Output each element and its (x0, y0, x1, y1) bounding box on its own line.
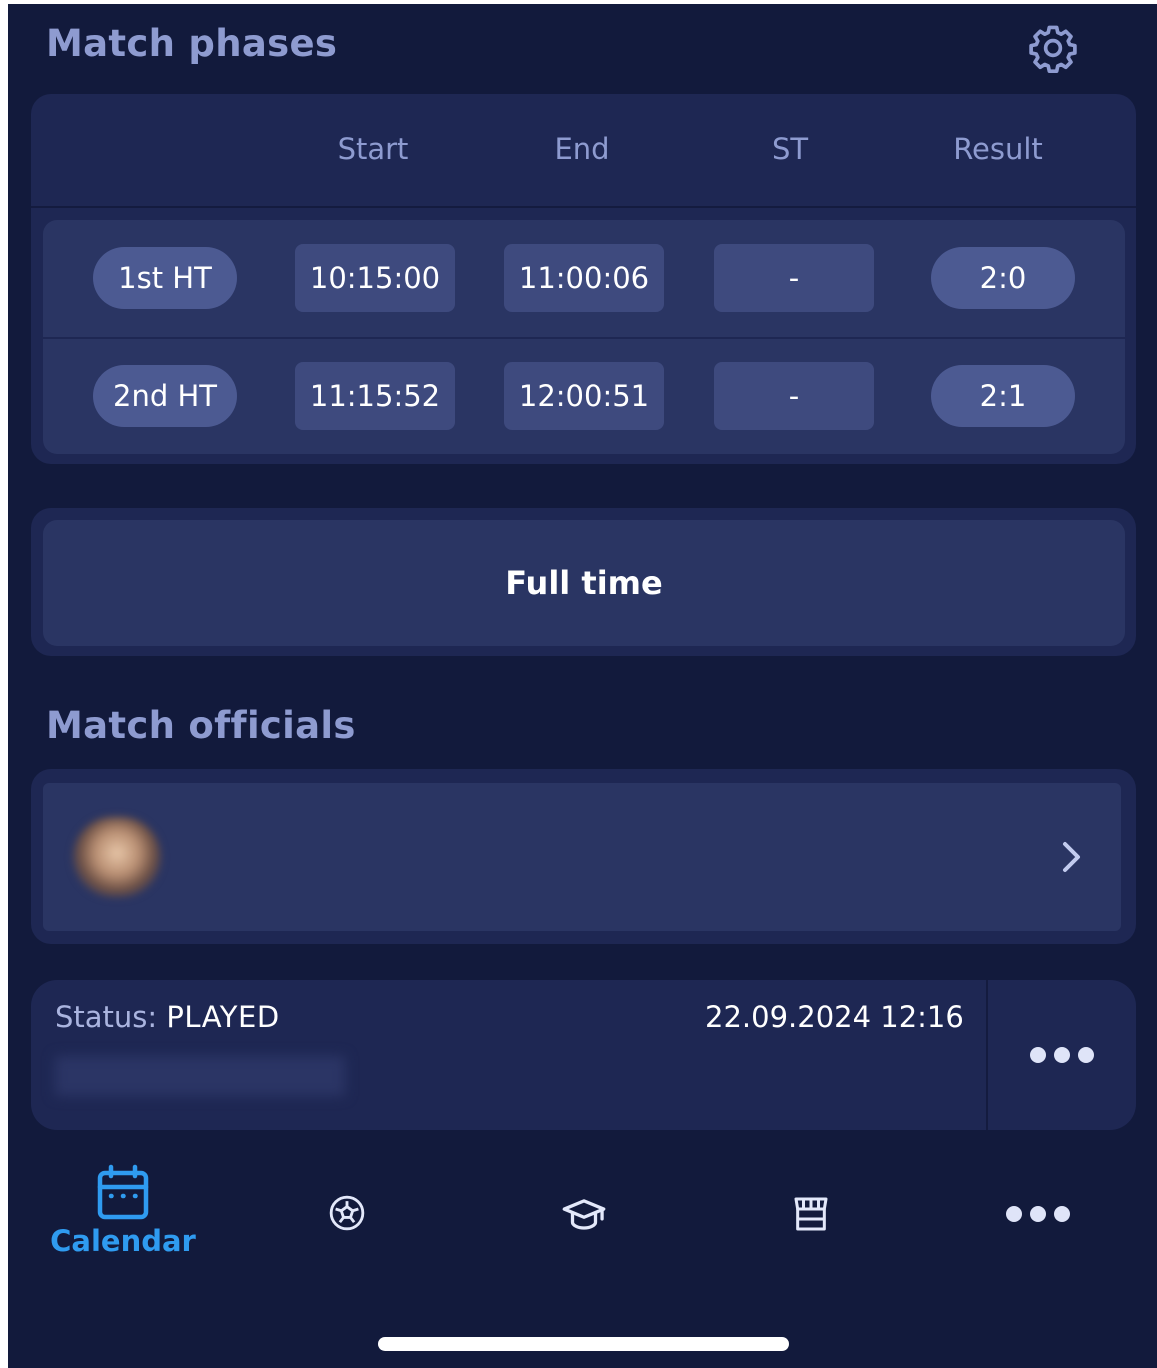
stoppage-time[interactable]: - (714, 362, 874, 430)
start-time[interactable]: 11:15:52 (295, 362, 455, 430)
phase-label: 1st HT (93, 247, 237, 309)
full-time-button[interactable]: Full time (43, 520, 1125, 646)
end-time[interactable]: 11:00:06 (504, 244, 664, 312)
status-value: PLAYED (166, 1000, 280, 1034)
end-time[interactable]: 12:00:51 (504, 362, 664, 430)
phases-table-body: 1st HT 10:15:00 11:00:06 - 2:0 2nd HT 11… (43, 220, 1125, 454)
column-header-start: Start (337, 132, 409, 166)
bottom-navigation: Calendar (8, 1154, 1157, 1274)
nav-item-matches[interactable] (328, 1194, 366, 1232)
status-label: Status: (55, 1000, 158, 1034)
match-officials-title: Match officials (46, 704, 356, 747)
nav-item-education[interactable] (561, 1194, 607, 1234)
more-horizontal-icon (1030, 1047, 1094, 1063)
gear-icon (1029, 25, 1077, 74)
column-header-end: End (554, 132, 610, 166)
column-header-st: ST (771, 132, 809, 166)
more-horizontal-icon (1006, 1206, 1070, 1222)
avatar (73, 817, 161, 897)
match-phases-title: Match phases (46, 22, 338, 65)
phase-result[interactable]: 2:1 (931, 365, 1075, 427)
phase-row-2nd-ht: 2nd HT 11:15:52 12:00:51 - 2:1 (43, 337, 1125, 456)
match-status-card: Status: PLAYED 22.09.2024 12:16 (31, 980, 1136, 1130)
status-line: Status: PLAYED (55, 1000, 280, 1034)
store-icon (794, 1197, 828, 1231)
nav-label: Calendar (50, 1224, 196, 1258)
chevron-right-icon (1063, 842, 1080, 872)
column-header-result: Result (953, 132, 1043, 166)
full-time-card: Full time (31, 508, 1136, 656)
calendar-icon (97, 1164, 149, 1220)
soccer-ball-icon (329, 1195, 365, 1231)
match-phases-card: Start End ST Result 1st HT 10:15:00 11:0… (31, 94, 1136, 464)
phase-label: 2nd HT (93, 365, 237, 427)
start-time[interactable]: 10:15:00 (295, 244, 455, 312)
settings-button[interactable] (1026, 21, 1080, 75)
nav-item-store[interactable] (791, 1194, 831, 1234)
status-datetime: 22.09.2024 12:16 (705, 1000, 964, 1034)
status-author (55, 1056, 345, 1096)
nav-item-calendar[interactable]: Calendar (50, 1164, 196, 1258)
phase-row-1st-ht: 1st HT 10:15:00 11:00:06 - 2:0 (43, 220, 1125, 337)
home-indicator (378, 1337, 789, 1351)
phase-result[interactable]: 2:0 (931, 247, 1075, 309)
stoppage-time[interactable]: - (714, 244, 874, 312)
phases-table-header: Start End ST Result (31, 94, 1136, 208)
app-screen: Match phases Start End ST Result 1st HT … (8, 4, 1157, 1368)
nav-item-more[interactable] (1006, 1206, 1070, 1222)
match-officials-card (31, 769, 1136, 944)
more-options-button[interactable] (988, 980, 1136, 1130)
graduation-cap-icon (562, 1199, 606, 1230)
official-list-item[interactable] (43, 783, 1121, 931)
